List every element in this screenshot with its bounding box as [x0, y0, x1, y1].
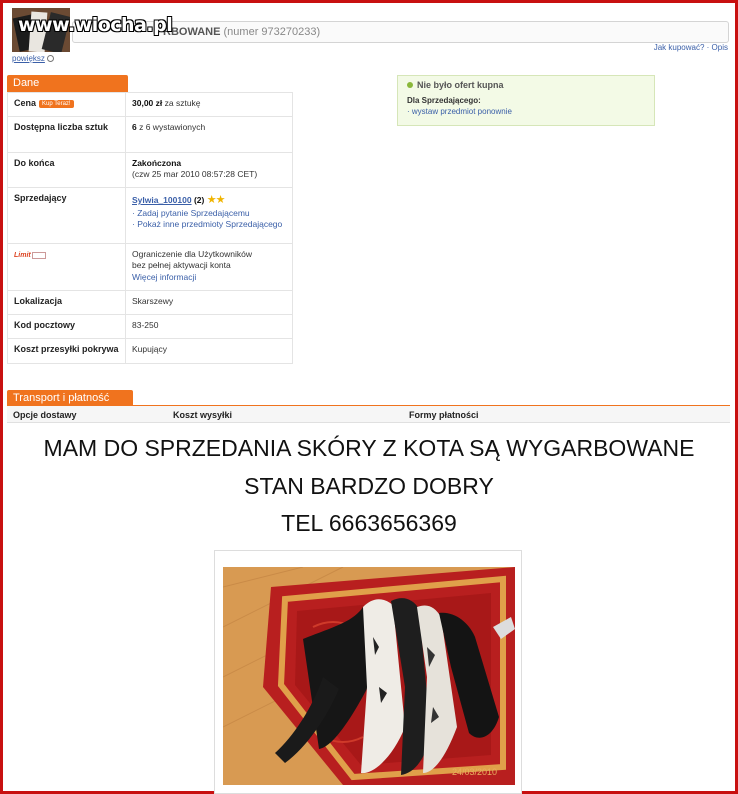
magnifier-icon: [46, 55, 54, 62]
item-photo[interactable]: 24/03/2010: [223, 567, 515, 785]
section-header-dane: Dane: [7, 75, 128, 91]
for-seller-label: Dla Sprzedającego:: [407, 96, 481, 105]
quantity-label: Dostępna liczba sztuk: [8, 117, 126, 152]
relist-link[interactable]: · wystaw przedmiot ponownie: [407, 107, 645, 116]
table-row: Do końca Zakończona (czw 25 mar 2010 08:…: [8, 153, 292, 188]
seller-items-link[interactable]: · Pokaż inne przedmioty Sprzedającego: [132, 219, 286, 230]
postal-code-label: Kod pocztowy: [8, 315, 126, 338]
limit-text-2: bez pełnej aktywacji konta: [132, 260, 231, 271]
location-label: Lokalizacja: [8, 291, 126, 314]
help-link[interactable]: Jak kupować? · Opis: [654, 43, 728, 52]
transport-columns: Opcje dostawy Koszt wysyłki Formy płatno…: [7, 406, 730, 423]
description-line-3: TEL 6663656369: [281, 510, 457, 536]
star-rating-icon: ★★: [206, 194, 226, 206]
price-unit: za sztukę: [164, 98, 201, 108]
no-bids-heading: Nie było ofert kupna: [417, 80, 504, 90]
limit-text-1: Ograniczenie dla Użytkowników: [132, 249, 252, 259]
end-label: Do końca: [8, 153, 126, 187]
zoom-label[interactable]: powiększ: [12, 54, 45, 63]
end-status: Zakończona: [132, 158, 182, 168]
shipping-payer-value: Kupujący: [132, 344, 167, 354]
limit-logo: Limit: [14, 251, 46, 259]
shipping-payer-label: Koszt przesyłki pokrywa: [8, 339, 126, 363]
seller-label: Sprzedający: [8, 188, 126, 243]
table-row: Koszt przesyłki pokrywa Kupujący: [8, 339, 292, 363]
description-line-1: MAM DO SPRZEDANIA SKÓRY Z KOTA SĄ WYGARB…: [43, 435, 695, 461]
quantity-total: z 6 wystawionych: [139, 122, 206, 132]
column-delivery: Opcje dostawy: [13, 410, 77, 420]
table-row: Dostępna liczba sztuk 6 z 6 wystawionych: [8, 117, 292, 153]
location-value: Skarszewy: [132, 296, 174, 306]
zoom-link[interactable]: powiększ: [12, 54, 54, 63]
ask-seller-link[interactable]: · Zadaj pytanie Sprzedającemu: [132, 208, 286, 219]
seller-rating: (2): [193, 195, 205, 205]
item-photo-graphic: [223, 567, 515, 785]
table-row: Lokalizacja Skarszewy: [8, 291, 292, 315]
column-shipping-cost: Koszt wysyłki: [173, 410, 233, 420]
postal-code-value: 83-250: [132, 320, 159, 330]
table-row: Sprzedający Sylwia_100100 (2) ★★ · Zadaj…: [8, 188, 292, 244]
no-bids-box: Nie było ofert kupna Dla Sprzedającego: …: [397, 75, 655, 126]
end-date: (czw 25 mar 2010 08:57:28 CET): [132, 169, 258, 180]
table-row: Cena Kup Teraz! 30,00 zł za sztukę: [8, 93, 292, 117]
photo-date-stamp: 24/03/2010: [451, 767, 497, 777]
price-value: 30,00 zł: [132, 98, 163, 108]
details-table: Cena Kup Teraz! 30,00 zł za sztukę Dostęp…: [7, 92, 293, 364]
buy-now-badge: Kup Teraz!: [39, 99, 74, 108]
price-label: Cena: [14, 98, 37, 108]
watermark-logo: www.wiocha.pl: [18, 14, 173, 36]
item-number: (numer 973270233): [223, 26, 321, 38]
quantity-value: 6: [132, 122, 137, 132]
section-header-transport: Transport i płatność: [7, 390, 133, 406]
table-row: Kod pocztowy 83-250: [8, 315, 292, 339]
status-dot-icon: [407, 82, 413, 88]
seller-name-link[interactable]: Sylwia_100100: [132, 195, 192, 205]
item-photo-frame: 24/03/2010: [214, 550, 522, 794]
column-payment: Formy płatności: [409, 410, 479, 420]
more-info-link[interactable]: Więcej informacji: [132, 272, 286, 283]
description-line-2: STAN BARDZO DOBRY: [244, 473, 494, 499]
table-row: Limit Ograniczenie dla Użytkowników bez …: [8, 244, 292, 291]
